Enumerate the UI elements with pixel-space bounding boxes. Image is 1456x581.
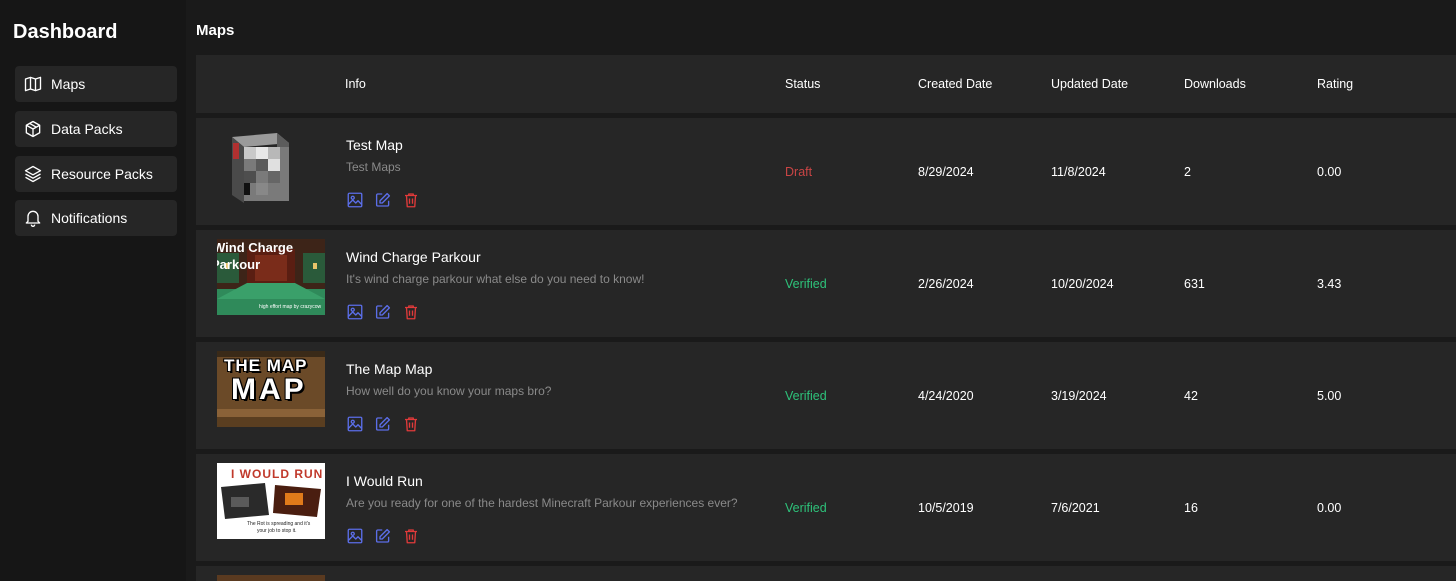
thumbnail-caption: Parkour	[217, 257, 261, 272]
downloads-count: 16	[1184, 501, 1198, 515]
rating-value: 5.00	[1317, 389, 1342, 403]
created-date: 4/24/2020	[918, 389, 974, 403]
map-description: It's wind charge parkour what else do yo…	[346, 272, 645, 286]
map-thumbnail: I WOULD RUN The Rot is spreading and it'…	[217, 463, 325, 539]
box-icon	[25, 120, 41, 138]
map-thumbnail	[217, 575, 325, 581]
thumbnail-caption: The Rot is spreading and it's	[247, 521, 311, 527]
updated-date: 3/19/2024	[1051, 389, 1107, 403]
sidebar-item-resource-packs[interactable]: Resource Packs	[15, 156, 177, 192]
row-actions	[346, 191, 420, 209]
row-actions	[346, 527, 420, 545]
image-icon[interactable]	[346, 191, 364, 209]
row-actions	[346, 303, 420, 321]
table-row[interactable]: Test Map Test Maps Draft 8/29/2024 11/8/…	[196, 118, 1456, 225]
table-row[interactable]	[196, 566, 1456, 581]
table-row[interactable]: Wind Charge Parkour high effort map by c…	[196, 230, 1456, 337]
edit-icon[interactable]	[374, 303, 392, 321]
column-created-date: Created Date	[918, 77, 993, 91]
rating-value: 0.00	[1317, 501, 1342, 515]
sidebar-item-data-packs[interactable]: Data Packs	[15, 111, 177, 147]
table-row[interactable]: THE MAP MAP The Map Map How well do you …	[196, 342, 1456, 449]
row-actions	[346, 415, 420, 433]
map-title: Test Map	[346, 137, 403, 153]
sidebar-item-maps[interactable]: Maps	[15, 66, 177, 102]
edit-icon[interactable]	[374, 191, 392, 209]
downloads-count: 2	[1184, 165, 1191, 179]
image-icon[interactable]	[346, 415, 364, 433]
thumbnail-caption: high effort map by crazycow	[259, 304, 322, 310]
thumbnail-caption: MAP	[231, 373, 307, 406]
thumbnail-caption: Wind Charge	[217, 240, 294, 255]
sidebar-item-label: Resource Packs	[51, 166, 153, 182]
rating-value: 0.00	[1317, 165, 1342, 179]
edit-icon[interactable]	[374, 415, 392, 433]
sidebar: Dashboard Maps Data Packs Resource Packs…	[0, 0, 186, 581]
downloads-count: 42	[1184, 389, 1198, 403]
map-title: Wind Charge Parkour	[346, 249, 481, 265]
status-badge: Draft	[785, 165, 813, 179]
trash-icon[interactable]	[402, 415, 420, 433]
layers-icon	[24, 165, 42, 183]
table-header: Info Status Created Date Updated Date Do…	[196, 55, 1456, 113]
main-content: Maps Info Status Created Date Updated Da…	[186, 0, 1456, 581]
trash-icon[interactable]	[402, 191, 420, 209]
trash-icon[interactable]	[402, 527, 420, 545]
sidebar-item-notifications[interactable]: Notifications	[15, 200, 177, 236]
map-thumbnail	[217, 127, 325, 203]
trash-icon[interactable]	[402, 303, 420, 321]
sidebar-item-label: Maps	[51, 76, 86, 92]
map-title: The Map Map	[346, 361, 433, 377]
bell-icon	[25, 210, 41, 227]
image-icon[interactable]	[346, 303, 364, 321]
column-downloads: Downloads	[1184, 77, 1246, 91]
thumbnail-caption: I WOULD RUN	[231, 467, 324, 481]
map-description: How well do you know your maps bro?	[346, 384, 552, 398]
map-thumbnail: Wind Charge Parkour high effort map by c…	[217, 239, 325, 315]
map-description: Test Maps	[346, 160, 401, 174]
image-icon[interactable]	[346, 527, 364, 545]
created-date: 8/29/2024	[918, 165, 974, 179]
rating-value: 3.43	[1317, 277, 1342, 291]
dashboard-title: Dashboard	[13, 21, 118, 43]
column-info: Info	[345, 77, 366, 91]
map-icon	[24, 76, 42, 92]
updated-date: 10/20/2024	[1051, 277, 1114, 291]
created-date: 2/26/2024	[918, 277, 974, 291]
updated-date: 7/6/2021	[1051, 501, 1100, 515]
map-title: I Would Run	[346, 473, 423, 489]
status-badge: Verified	[785, 501, 827, 515]
table-row[interactable]: I WOULD RUN The Rot is spreading and it'…	[196, 454, 1456, 561]
column-rating: Rating	[1317, 77, 1354, 91]
updated-date: 11/8/2024	[1051, 165, 1106, 179]
column-updated-date: Updated Date	[1051, 77, 1129, 91]
sidebar-item-label: Data Packs	[51, 121, 123, 137]
created-date: 10/5/2019	[918, 501, 974, 515]
status-badge: Verified	[785, 277, 827, 291]
map-thumbnail: THE MAP MAP	[217, 351, 325, 427]
thumbnail-caption: your job to stop it.	[257, 528, 297, 534]
edit-icon[interactable]	[374, 527, 392, 545]
column-status: Status	[785, 77, 821, 91]
status-badge: Verified	[785, 389, 827, 403]
map-description: Are you ready for one of the hardest Min…	[346, 496, 738, 510]
downloads-count: 631	[1184, 277, 1205, 291]
page-title: Maps	[196, 22, 235, 39]
sidebar-item-label: Notifications	[51, 210, 128, 226]
